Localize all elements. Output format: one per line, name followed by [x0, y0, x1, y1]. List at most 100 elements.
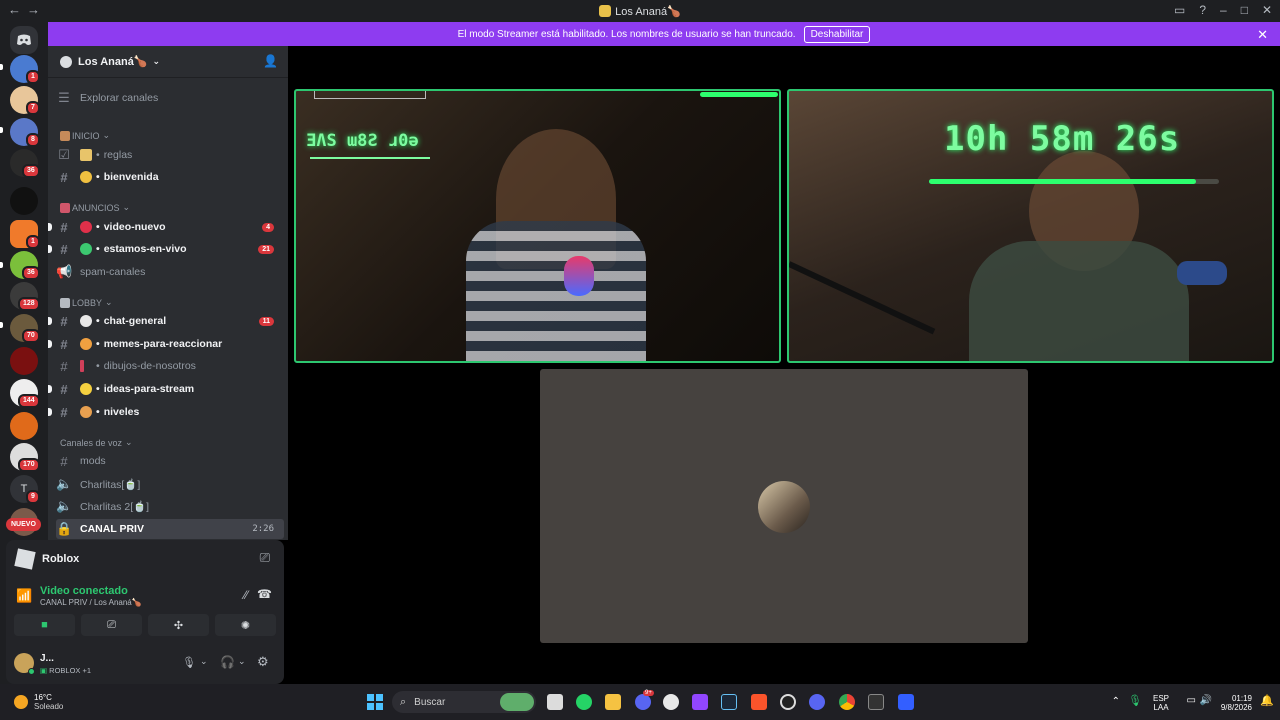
- weather-widget[interactable]: 16°C Soleado: [14, 693, 63, 711]
- lightbulb-icon: [80, 383, 92, 395]
- start-button[interactable]: [367, 694, 383, 710]
- list-icon: ☰: [58, 90, 70, 105]
- screen-share-button[interactable]: ⎚: [81, 614, 142, 636]
- user-panel: J... ▣ ROBLOX +1 🎙 ⌄ 🎧 ⌄ ⚙: [6, 644, 284, 684]
- category-canales-de-voz[interactable]: Canales de voz ⌄: [60, 437, 133, 448]
- obs-icon[interactable]: [780, 694, 796, 710]
- scroll-icon: [80, 149, 92, 161]
- banner-text: El modo Streamer está habilitado. Los no…: [457, 28, 796, 40]
- settings-gear-icon[interactable]: ⚙: [257, 654, 269, 670]
- channel-spam-canales[interactable]: 📢 spam-canales: [56, 262, 284, 282]
- rules-icon: ☑: [58, 147, 70, 162]
- discord-home-icon[interactable]: [10, 26, 38, 54]
- video-tile-participant[interactable]: [540, 369, 1028, 643]
- clock[interactable]: 01:19 9/8/2026: [1212, 694, 1252, 712]
- unread-pip: [0, 127, 3, 133]
- channel-memes-para-reaccionar[interactable]: # • memes-para-reaccionar: [48, 334, 284, 354]
- laugh-icon: [80, 338, 92, 350]
- hoodie: [969, 241, 1189, 361]
- screen-share-icon[interactable]: ⎚: [260, 550, 270, 566]
- title-bar: ←→ Los Ananá🍗 ▭ ? – □ ✕: [0, 0, 1280, 22]
- category-lobby[interactable]: LOBBY ⌄: [60, 297, 113, 308]
- video-tile-stream-1[interactable]: ƎɅS ɯ8Ƨ ɹ0ǝ: [294, 89, 781, 363]
- voice-channel-charlitas[interactable]: 🔈 Charlitas[🍵]: [56, 474, 284, 494]
- lock-icon: 🔒: [56, 521, 73, 536]
- network-icon[interactable]: ▭: [1187, 695, 1196, 706]
- disconnect-icon[interactable]: ☎: [257, 587, 272, 601]
- chevron-down-icon[interactable]: ⌄: [238, 656, 246, 667]
- close-window-icon[interactable]: ✕: [1262, 3, 1272, 17]
- steam-icon[interactable]: [721, 694, 737, 710]
- explore-channels[interactable]: ☰ Explorar canales: [56, 88, 284, 108]
- chevron-up-icon[interactable]: ⌃: [1112, 696, 1120, 707]
- hash-icon: #: [60, 453, 68, 469]
- language-indicator[interactable]: ESP LAA: [1148, 694, 1174, 712]
- notifications-icon[interactable]: 🔔: [1260, 694, 1274, 707]
- channel-niveles[interactable]: # • niveles: [48, 402, 284, 422]
- discord-ptb-icon[interactable]: [809, 694, 825, 710]
- streamer-mode-banner: El modo Streamer está habilitado. Los no…: [48, 22, 1280, 46]
- channel-mods[interactable]: # mods: [56, 451, 284, 471]
- disable-streamer-button[interactable]: Deshabilitar: [803, 25, 871, 43]
- hash-icon: #: [60, 358, 68, 374]
- voice-channel-charlitas-2[interactable]: 🔈 Charlitas 2[🍵]: [56, 496, 284, 516]
- unread-indicator: [48, 245, 52, 253]
- server-badge: 128: [18, 297, 40, 311]
- noise-suppression-icon[interactable]: ⁄⁄: [244, 588, 248, 602]
- headphones-icon[interactable]: 🎧: [220, 655, 235, 669]
- signal-icon[interactable]: 📶: [16, 588, 32, 604]
- category-anuncios[interactable]: ANUNCIOS ⌄: [60, 202, 130, 213]
- hash-icon: #: [60, 241, 68, 257]
- channel-reglas[interactable]: ☑ • reglas: [56, 145, 284, 165]
- voice-location[interactable]: CANAL PRIV / Los Ananá🍗: [40, 598, 142, 607]
- terminal-icon[interactable]: [868, 694, 884, 710]
- video-tile-stream-2[interactable]: 10h 58m 26s: [787, 89, 1274, 363]
- server-icon: [599, 5, 612, 17]
- help-icon[interactable]: ?: [1199, 3, 1206, 17]
- minimize-icon[interactable]: –: [1220, 3, 1227, 17]
- roblox-icon: [14, 548, 36, 570]
- mic-tray-icon[interactable]: 🎙: [1128, 694, 1142, 707]
- volume-icon[interactable]: 🔊: [1200, 695, 1212, 706]
- category-inicio[interactable]: INICIO ⌄: [60, 130, 110, 141]
- channel-dibujos-de-nosotros[interactable]: # • dibujos-de-nosotros: [56, 356, 284, 376]
- striped-shirt: [466, 221, 646, 361]
- mention-badge: 21: [258, 244, 274, 254]
- discord-taskbar-icon[interactable]: [635, 694, 651, 710]
- soundboard-button[interactable]: ✺: [215, 614, 276, 636]
- sun-icon: [14, 695, 28, 709]
- taskbar-search[interactable]: ⌕ Buscar: [392, 691, 536, 713]
- guild-header[interactable]: Los Ananá 🍗 ⌄ 👤: [48, 46, 288, 78]
- file-explorer-icon[interactable]: [605, 694, 621, 710]
- activities-button[interactable]: ✣: [148, 614, 209, 636]
- chatgpt-icon[interactable]: [663, 694, 679, 710]
- invite-people-icon[interactable]: 👤: [263, 54, 278, 68]
- video-editor-icon[interactable]: [692, 694, 708, 710]
- channel-ideas-para-stream[interactable]: # • ideas-para-stream: [48, 379, 284, 399]
- microphone-icon[interactable]: 🎙: [182, 656, 196, 669]
- roblox-taskbar-icon[interactable]: [898, 694, 914, 710]
- server-icon-5[interactable]: [10, 187, 38, 215]
- search-icon: ⌕: [400, 695, 407, 708]
- task-view-icon[interactable]: [547, 694, 563, 710]
- maximize-icon[interactable]: □: [1241, 3, 1248, 17]
- chevron-down-icon[interactable]: ⌄: [200, 656, 208, 667]
- channel-chat-general[interactable]: # • chat-general 11: [48, 311, 284, 331]
- chrome-icon[interactable]: [839, 694, 855, 710]
- inbox-icon[interactable]: ▭: [1174, 3, 1185, 17]
- whatsapp-icon[interactable]: [576, 694, 592, 710]
- overlay-text-mirrored: ƎɅS ɯ8Ƨ ɹ0ǝ: [306, 131, 419, 151]
- voice-status: Video conectado: [40, 585, 128, 597]
- channel-bienvenida[interactable]: # • bienvenida: [56, 167, 284, 187]
- server-icon-12[interactable]: [10, 412, 38, 440]
- server-icon-10[interactable]: [10, 347, 38, 375]
- brave-icon[interactable]: [751, 694, 767, 710]
- channel-video-nuevo[interactable]: # • video-nuevo 4: [48, 217, 284, 237]
- channel-estamos-en-vivo[interactable]: # • estamos-en-vivo 21: [48, 239, 284, 259]
- stream-timer-overlay: 10h 58m 26s: [944, 119, 1181, 159]
- voice-channel-canal-priv[interactable]: 🔒 CANAL PRIV 2:26: [56, 519, 284, 539]
- mic-arm: [789, 261, 936, 335]
- camera-button[interactable]: ■: [14, 614, 75, 636]
- close-banner-icon[interactable]: ✕: [1257, 27, 1268, 43]
- unread-indicator: [48, 340, 52, 348]
